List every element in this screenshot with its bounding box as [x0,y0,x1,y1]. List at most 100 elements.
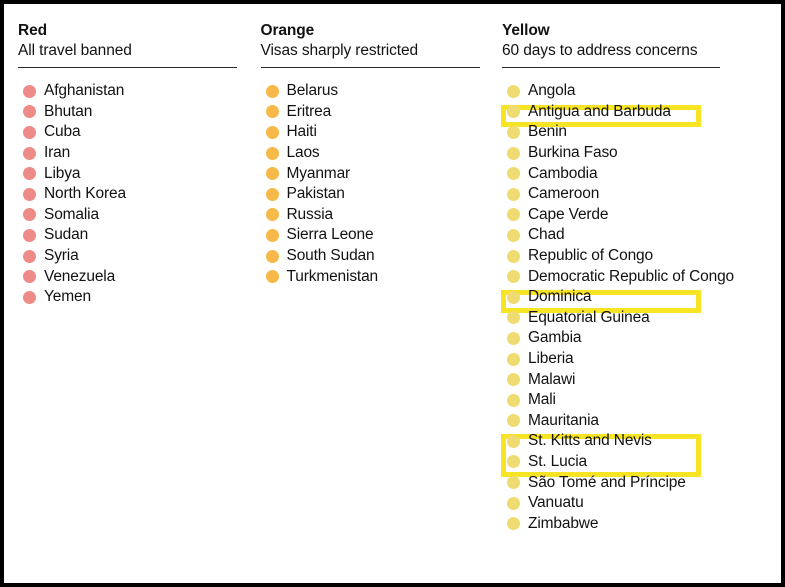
dot-wrapper [507,455,528,469]
country-name-label: Libya [44,164,81,182]
status-dot-icon [265,125,279,139]
dot-wrapper [265,208,287,222]
dot-wrapper [23,228,44,242]
dot-wrapper [507,476,528,490]
status-dot-icon [23,249,36,263]
country-row[interactable]: Dominica [502,287,781,308]
country-row[interactable]: Cape Verde [502,205,781,226]
status-dot-icon [507,84,520,98]
country-name-label: North Korea [44,185,126,203]
country-row[interactable]: Mali [502,390,781,411]
country-row[interactable]: Cameroon [502,184,781,205]
country-row[interactable]: Yemen [18,287,250,308]
country-row[interactable]: Somalia [18,205,250,226]
country-row[interactable]: Laos [261,143,493,164]
country-row[interactable]: St. Lucia [502,452,781,473]
status-dot-icon [507,290,520,304]
country-row[interactable]: Afghanistan [18,81,250,102]
country-row[interactable]: Vanuatu [502,493,781,514]
country-name-label: Gambia [528,329,582,347]
country-row[interactable]: Syria [18,246,250,267]
status-dot-icon [507,476,520,490]
dot-wrapper [507,434,528,448]
dot-wrapper [507,496,528,510]
dot-wrapper [507,270,528,284]
dot-wrapper [23,249,44,263]
status-dot-icon [265,270,279,284]
country-row[interactable]: Burkina Faso [502,143,781,164]
column-orange-subtitle: Visas sharply restricted [260,42,419,59]
country-row[interactable]: Equatorial Guinea [502,308,781,329]
column-red-subtitle: All travel banned [18,42,132,59]
country-name-label: Syria [44,247,79,265]
dot-wrapper [507,125,528,139]
status-dot-icon [507,208,520,222]
country-name-label: Russia [286,205,334,223]
dot-wrapper [507,208,528,222]
column-yellow: Yellow 60 days to address concerns Angol… [492,4,781,583]
country-row[interactable]: Libya [18,163,250,184]
column-red-divider [18,67,237,68]
country-row[interactable]: Myanmar [261,163,493,184]
status-dot-icon [23,228,36,242]
country-row[interactable]: Zimbabwe [502,513,781,534]
country-row[interactable]: Liberia [502,349,781,370]
status-dot-icon [265,249,279,263]
country-row[interactable]: Cuba [18,122,250,143]
country-name-label: South Sudan [286,247,375,265]
column-orange: Orange Visas sharply restricted Belarus E… [250,4,493,583]
dot-wrapper [265,84,287,98]
country-row[interactable]: Sudan [18,225,250,246]
country-row[interactable]: Venezuela [18,266,250,287]
status-dot-icon [23,290,36,304]
country-row[interactable]: Bhutan [18,102,250,123]
dot-wrapper [265,249,287,263]
country-row[interactable]: St. Kitts and Nevis [502,431,781,452]
country-row[interactable]: Benin [502,122,781,143]
dot-wrapper [507,228,528,242]
country-row[interactable]: Antigua and Barbuda [502,102,781,123]
dot-wrapper [265,105,287,119]
dot-wrapper [265,270,287,284]
columns-container: Red All travel banned Afghanistan Bhutan C… [4,4,781,583]
dot-wrapper [507,352,528,366]
country-name-label: St. Kitts and Nevis [528,432,652,450]
country-row[interactable]: Russia [261,205,493,226]
country-row[interactable]: Republic of Congo [502,246,781,267]
country-name-label: São Tomé and Príncipe [528,473,686,491]
country-row[interactable]: Iran [18,143,250,164]
country-list-orange: Belarus Eritrea Haiti Laos Myanmar Pakistan Ru… [261,81,493,287]
dot-wrapper [507,331,528,345]
status-dot-icon [265,84,279,98]
status-dot-icon [507,167,520,181]
country-row[interactable]: North Korea [18,184,250,205]
country-row[interactable]: Sierra Leone [261,225,493,246]
country-name-label: Somalia [44,205,99,223]
status-dot-icon [507,146,520,160]
country-row[interactable]: Pakistan [261,184,493,205]
country-row[interactable]: South Sudan [261,246,493,267]
country-row[interactable]: Gambia [502,328,781,349]
dot-wrapper [23,105,44,119]
country-row[interactable]: Belarus [261,81,493,102]
country-row[interactable]: Malawi [502,369,781,390]
status-dot-icon [265,228,279,242]
country-row[interactable]: Angola [502,81,781,102]
country-list-red: Afghanistan Bhutan Cuba Iran Libya North Kore… [18,81,250,308]
dot-wrapper [265,125,287,139]
status-dot-icon [265,146,279,160]
dot-wrapper [507,311,528,325]
status-dot-icon [265,167,279,181]
country-name-label: Iran [44,144,71,162]
country-row[interactable]: Chad [502,225,781,246]
country-row[interactable]: Democratic Republic of Congo [502,266,781,287]
status-dot-icon [507,187,520,201]
country-row[interactable]: São Tomé and Príncipe [502,472,781,493]
country-row[interactable]: Turkmenistan [261,266,493,287]
country-row[interactable]: Cambodia [502,163,781,184]
country-name-label: Dominica [528,288,592,306]
country-row[interactable]: Eritrea [261,102,493,123]
country-row[interactable]: Mauritania [502,411,781,432]
country-row[interactable]: Haiti [261,122,493,143]
column-yellow-title: Yellow [502,22,550,39]
